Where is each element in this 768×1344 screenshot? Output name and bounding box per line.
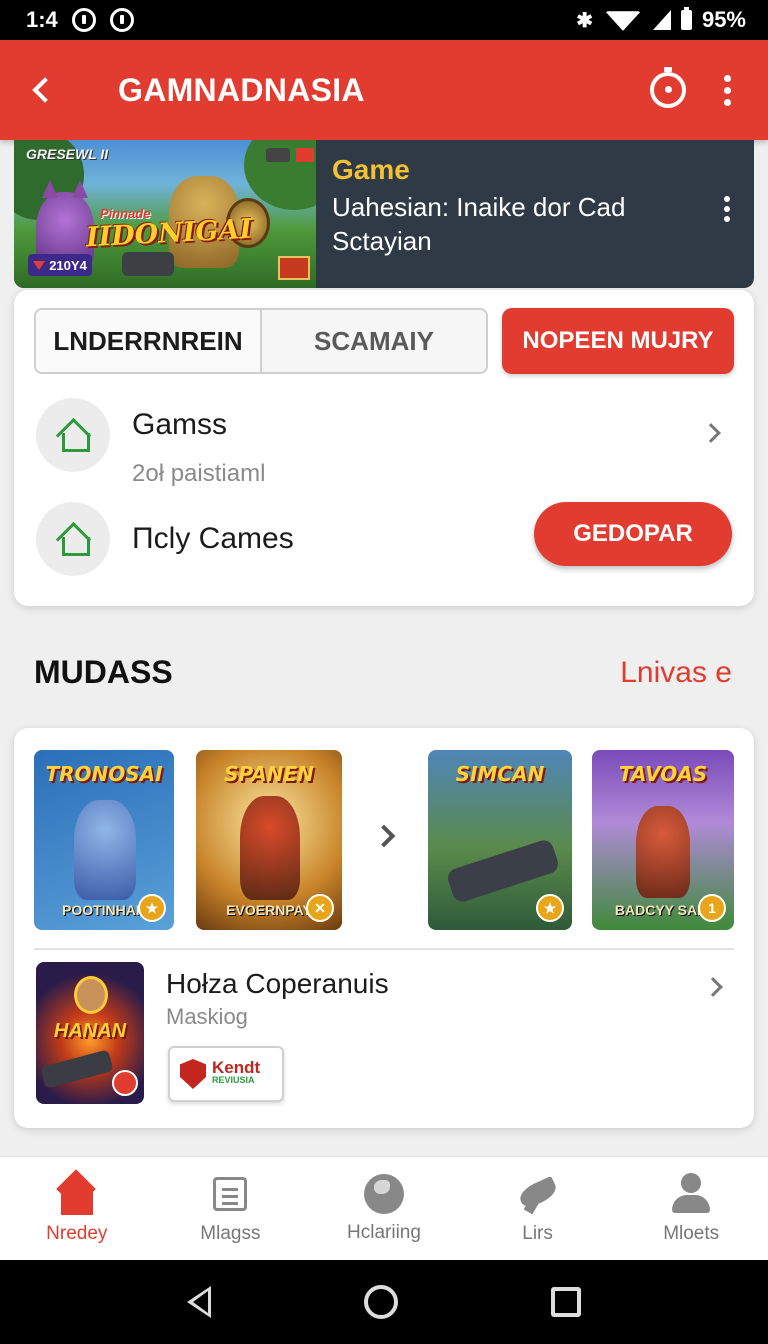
list-item-title: Gamss (132, 408, 228, 441)
segmented-control: LNDERRNREIN SCAMAIY (34, 308, 488, 374)
app-title: GAMNADNASIA (118, 71, 365, 108)
banner-description: Uahesian: Inaike dor Cad Sctayian (332, 192, 626, 256)
nav-label: Hclariing (347, 1221, 421, 1243)
section-title: MUDASS (34, 654, 173, 690)
bluetooth-icon: ✱ (576, 9, 593, 32)
actions-card: LNDERRNREIN SCAMAIY NOPEEN MUJRY Gamss 2… (14, 290, 754, 606)
game-thumbnail-title: TRONOSAI (45, 762, 163, 786)
messages-icon (213, 1176, 248, 1211)
home-outline-icon (58, 421, 90, 452)
status-time: 1:4 (26, 7, 58, 32)
badge-icon (112, 1070, 138, 1096)
system-home-icon[interactable] (363, 1285, 398, 1319)
featured-thumbnail-title: HANAN (53, 1020, 127, 1042)
info-icon (109, 8, 134, 32)
nav-label: Mlagss (200, 1222, 261, 1244)
share-home-icon (58, 525, 90, 556)
featured-banner[interactable]: GRESEWL II Pinnade IIDONIGAI 210Y4 Game … (14, 140, 754, 288)
nav-item-explore[interactable]: Hclariing (307, 1157, 461, 1260)
segment-tab-1[interactable]: LNDERRNREIN (36, 310, 262, 372)
section-see-all-link[interactable]: Lnivas e (620, 656, 732, 690)
shield-icon (180, 1059, 206, 1089)
globe-icon (363, 1173, 404, 1214)
nav-item-lists[interactable]: Lirs (461, 1157, 615, 1260)
game-thumbnail[interactable]: SPANEN EVOERNPAY ✕ (196, 750, 342, 930)
list-item-action-button[interactable]: GEDOPAR (534, 502, 732, 566)
nav-item-home[interactable]: Nredey (0, 1157, 154, 1260)
game-thumbnail-title: SPANEN (224, 762, 314, 786)
segment-tab-2[interactable]: SCAMAIY (262, 310, 486, 372)
list-item-play-games[interactable]: Πcly Cames (36, 502, 294, 576)
featured-game-subtitle: Maskiog (166, 1004, 248, 1029)
system-back-icon[interactable] (186, 1286, 211, 1318)
system-navigation-bar (0, 1260, 768, 1344)
publisher-chip[interactable]: Kendt REVIUSIA (168, 1046, 284, 1102)
system-recents-icon[interactable] (551, 1287, 582, 1317)
featured-game-title[interactable]: Hołza Coperanuis (166, 968, 389, 1000)
battery-level: 95% (701, 7, 746, 32)
wifi-icon (604, 11, 641, 31)
banner-info: Game Uahesian: Inaike dor Cad Sctayian (316, 140, 754, 288)
battery-icon (680, 7, 692, 30)
timer-icon[interactable] (650, 67, 686, 108)
game-thumbnail[interactable]: SIMCAN ★ (428, 750, 572, 930)
primary-action-button[interactable]: NOPEEN MUJRY (502, 308, 734, 374)
list-item-games[interactable]: Gamss 2oł paistiaml (36, 398, 265, 488)
chevron-right-icon[interactable] (703, 977, 723, 997)
list-item-subtitle: 2oł paistiaml (132, 460, 266, 487)
cannon-figure (122, 252, 174, 276)
divider (34, 948, 734, 950)
nav-label: Nredey (46, 1222, 108, 1244)
banner-kicker: Game (332, 154, 410, 185)
status-bar: 1:4 ✱ 95% (0, 0, 768, 40)
home-icon (56, 1173, 98, 1215)
back-button[interactable] (0, 40, 84, 140)
banner-artwork: GRESEWL II Pinnade IIDONIGAI 210Y4 (14, 140, 316, 288)
back-arrow-icon (32, 77, 58, 103)
game-thumbnail[interactable]: TRONOSAI POOTINHAN ★ (34, 750, 174, 930)
featured-game-thumbnail[interactable]: HANAN (36, 962, 144, 1104)
rank-badge-icon: 1 (698, 894, 726, 922)
chevron-right-icon[interactable] (701, 423, 721, 443)
nav-item-messages[interactable]: Mlagss (154, 1157, 308, 1260)
list-item-title: Πcly Cames (132, 522, 294, 555)
alarm-icon (71, 8, 96, 32)
chip-label: Kendt (212, 1058, 261, 1077)
close-badge-icon: ✕ (306, 894, 334, 922)
banner-art-top-text: GRESEWL II (26, 146, 109, 162)
sign-figure (278, 256, 310, 280)
overflow-menu-icon[interactable] (724, 74, 732, 106)
app-bar: GAMNADNASIA (0, 40, 768, 140)
nav-label: Mloets (663, 1222, 720, 1244)
game-thumbnail-title: TAVOAS (618, 762, 708, 786)
nav-item-profile[interactable]: Mloets (614, 1157, 768, 1260)
game-thumbnail[interactable]: TAVOAS BADCYY SAHI 1 (592, 750, 734, 930)
star-badge-icon: ★ (138, 894, 166, 922)
bottom-navigation: Nredey Mlagss Hclariing Lirs Mloets (0, 1156, 768, 1260)
carousel-next-icon[interactable] (372, 824, 396, 848)
star-badge-icon: ★ (536, 894, 564, 922)
signal-icon (652, 10, 671, 30)
list-icon-circle (36, 398, 110, 472)
list-icon-circle (36, 502, 110, 576)
banner-price-badge: 210Y4 (28, 254, 92, 276)
nav-label: Lirs (522, 1222, 553, 1244)
chip-sublabel: REVIUSIA (212, 1075, 255, 1085)
bird-icon (517, 1173, 559, 1215)
banner-menu-icon[interactable] (724, 196, 730, 222)
games-card: TRONOSAI POOTINHAN ★ SPANEN EVOERNPAY ✕ … (14, 728, 754, 1128)
user-icon (670, 1172, 712, 1215)
game-thumbnail-title: SIMCAN (455, 762, 545, 786)
